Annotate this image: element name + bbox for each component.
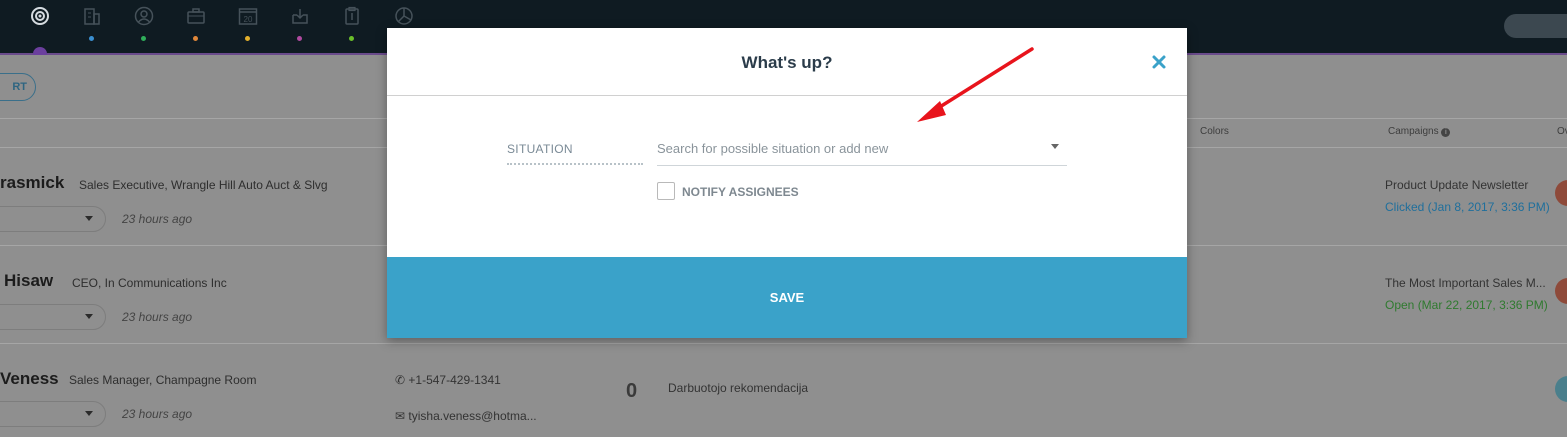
notify-assignees-checkbox[interactable] — [657, 182, 675, 200]
nav-dot — [245, 36, 250, 41]
avatar[interactable] — [1555, 376, 1567, 402]
building-icon — [84, 8, 100, 25]
phone-icon: ✆ — [395, 373, 406, 387]
inbox-icon — [292, 9, 308, 24]
nav-item-dashboard[interactable] — [27, 6, 53, 46]
contact-title: Sales Manager, Champagne Room — [69, 373, 257, 387]
contact-title: Sales Executive, Wrangle Hill Auto Auct … — [79, 178, 328, 192]
top-search-bar[interactable] — [1504, 14, 1567, 38]
contact-phone-value: +1-547-429-1341 — [408, 373, 501, 387]
status-select[interactable] — [0, 206, 106, 232]
contact-email-value: tyisha.veness@hotma... — [408, 409, 537, 423]
contact-email[interactable]: ✉ tyisha.veness@hotma... — [395, 409, 537, 423]
contact-phone[interactable]: ✆ +1-547-429-1341 — [395, 373, 501, 387]
status-select[interactable] — [0, 304, 106, 330]
contact-name[interactable]: Hisaw — [4, 271, 53, 291]
nav-item-inbox[interactable] — [287, 6, 313, 46]
chevron-down-icon — [85, 411, 93, 416]
deal-count: 0 — [626, 380, 638, 402]
info-icon: i — [1441, 128, 1451, 137]
nav-dot — [89, 36, 94, 41]
column-header-owner: Ov — [1557, 126, 1567, 137]
modal-title: What's up? — [741, 53, 833, 72]
situation-label: SITUATION — [507, 142, 573, 156]
calendar-icon: 20 — [238, 8, 258, 25]
modal-header: What's up? — [387, 28, 1187, 96]
envelope-icon: ✉ — [395, 409, 406, 423]
briefcase-icon — [187, 8, 205, 24]
start-button[interactable]: RT — [0, 73, 36, 101]
label-underline — [507, 163, 643, 165]
last-activity-time: 23 hours ago — [122, 407, 193, 421]
svg-text:20: 20 — [244, 15, 253, 24]
campaign-name: Product Update Newsletter — [1385, 178, 1529, 192]
last-activity-time: 23 hours ago — [122, 310, 193, 324]
save-button[interactable]: SAVE — [387, 257, 1187, 338]
contact-title: CEO, In Communications Inc — [72, 276, 227, 290]
nav-item-tasks[interactable] — [339, 6, 365, 46]
campaign-name: The Most Important Sales M... — [1385, 276, 1546, 290]
notify-assignees-label[interactable]: NOTIFY ASSIGNEES — [682, 185, 799, 199]
nav-dot — [297, 36, 302, 41]
nav-item-deals[interactable] — [183, 6, 209, 46]
contact-name[interactable]: rasmick — [0, 173, 64, 193]
column-header-colors: Colors — [1200, 126, 1229, 137]
chevron-down-icon — [85, 216, 93, 221]
avatar[interactable] — [1555, 180, 1567, 206]
person-icon — [134, 6, 154, 26]
status-select[interactable] — [0, 401, 106, 427]
chevron-down-icon — [85, 314, 93, 319]
nav-dot — [349, 36, 354, 41]
last-activity-time: 23 hours ago — [122, 212, 193, 226]
whats-up-modal: What's up? SITUATION NOTIFY ASSIGNEES SA… — [387, 28, 1187, 338]
close-button[interactable] — [1149, 52, 1169, 72]
nav-item-companies[interactable] — [79, 6, 105, 46]
nav-dot — [141, 36, 146, 41]
column-header-campaigns-label: Campaigns — [1388, 126, 1439, 137]
nav-dot — [193, 36, 198, 41]
situation-search-input[interactable] — [657, 132, 1067, 166]
chart-pie-icon — [395, 7, 413, 25]
nav-item-calendar[interactable]: 20 — [235, 6, 261, 46]
close-icon — [1152, 55, 1166, 69]
campaign-status: Clicked (Jan 8, 2017, 3:36 PM) — [1385, 200, 1550, 214]
nav-item-contacts[interactable] — [131, 6, 157, 46]
contact-source: Darbuotojo rekomendacija — [668, 381, 809, 395]
clipboard-icon — [345, 6, 359, 25]
divider — [0, 343, 1567, 344]
target-icon — [31, 7, 49, 25]
chevron-down-icon[interactable] — [1051, 144, 1059, 149]
contact-name[interactable]: Veness — [0, 369, 59, 389]
campaign-status: Open (Mar 22, 2017, 3:36 PM) — [1385, 298, 1548, 312]
avatar[interactable] — [1555, 278, 1567, 304]
column-header-campaigns: Campaigns i — [1388, 126, 1451, 137]
